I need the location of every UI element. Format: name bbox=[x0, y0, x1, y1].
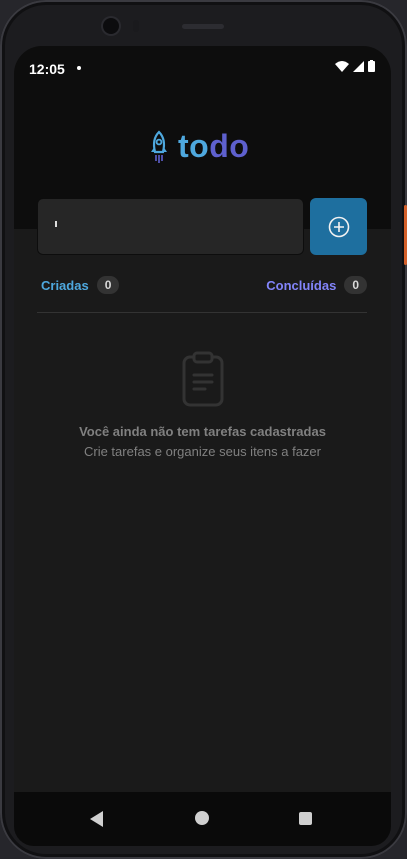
system-icons bbox=[335, 60, 375, 72]
plus-circle-icon bbox=[328, 216, 349, 237]
clipboard-icon bbox=[182, 351, 223, 407]
home-icon[interactable] bbox=[195, 811, 209, 825]
app-screen: 12:05 todo Criadas 0 Concluídas 0 Você a… bbox=[14, 46, 391, 846]
empty-title: Você ainda não tem tarefas cadastradas bbox=[79, 424, 326, 439]
empty-state: Você ainda não tem tarefas cadastradas C… bbox=[14, 351, 391, 459]
phone-frame: 12:05 todo Criadas 0 Concluídas 0 Você a… bbox=[0, 0, 407, 859]
battery-icon bbox=[368, 60, 375, 72]
done-counter: Concluídas 0 bbox=[266, 276, 367, 294]
created-label: Criadas bbox=[41, 277, 89, 293]
add-task-button[interactable] bbox=[310, 198, 367, 255]
created-counter: Criadas 0 bbox=[41, 276, 120, 294]
logo-text-part2: do bbox=[209, 128, 250, 164]
notification-dot-icon bbox=[77, 66, 81, 70]
back-icon[interactable] bbox=[90, 811, 103, 827]
status-bar: 12:05 bbox=[14, 46, 391, 86]
task-input[interactable] bbox=[37, 198, 304, 255]
done-count-badge: 0 bbox=[344, 276, 367, 294]
logo-text: todo bbox=[178, 128, 249, 165]
signal-icon bbox=[353, 60, 364, 72]
navigation-bar bbox=[14, 792, 391, 846]
text-cursor bbox=[55, 221, 57, 227]
task-counters: Criadas 0 Concluídas 0 bbox=[41, 276, 367, 296]
divider bbox=[37, 312, 367, 313]
rocket-icon bbox=[151, 129, 167, 163]
wifi-icon bbox=[335, 60, 349, 72]
status-time: 12:05 bbox=[29, 61, 65, 77]
created-count-badge: 0 bbox=[96, 276, 120, 294]
done-label: Concluídas bbox=[266, 277, 337, 293]
front-camera bbox=[103, 18, 119, 34]
recent-apps-icon[interactable] bbox=[299, 812, 312, 825]
sensor bbox=[133, 20, 139, 32]
logo-text-part1: to bbox=[178, 128, 210, 164]
app-logo: todo bbox=[148, 128, 249, 165]
earpiece-speaker bbox=[182, 24, 224, 29]
empty-subtitle: Crie tarefas e organize seus itens a faz… bbox=[83, 444, 321, 459]
